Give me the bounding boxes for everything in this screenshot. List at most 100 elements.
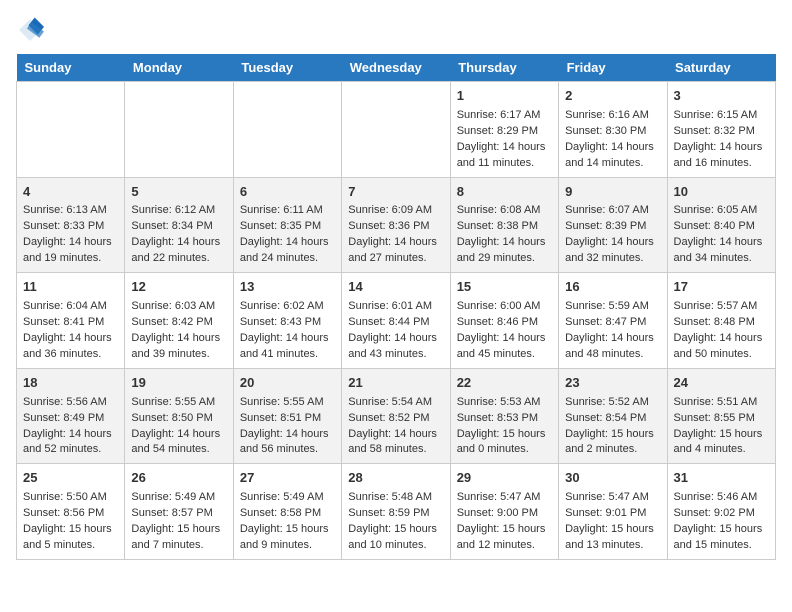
day-info: Daylight: 15 hours — [23, 522, 118, 538]
day-info: Sunrise: 5:47 AM — [457, 490, 552, 506]
day-info: Sunset: 8:35 PM — [240, 219, 335, 235]
week-row-1: 1Sunrise: 6:17 AMSunset: 8:29 PMDaylight… — [17, 82, 776, 178]
day-info: and 39 minutes. — [131, 347, 226, 363]
day-info: Sunrise: 5:51 AM — [674, 395, 769, 411]
day-info: Sunset: 8:48 PM — [674, 315, 769, 331]
calendar-cell: 31Sunrise: 5:46 AMSunset: 9:02 PMDayligh… — [667, 464, 775, 560]
day-info: Daylight: 15 hours — [240, 522, 335, 538]
day-info: and 32 minutes. — [565, 251, 660, 267]
day-number: 2 — [565, 87, 660, 106]
day-info: Daylight: 14 hours — [131, 427, 226, 443]
day-info: Sunrise: 5:52 AM — [565, 395, 660, 411]
header-row: SundayMondayTuesdayWednesdayThursdayFrid… — [17, 54, 776, 82]
day-info: Sunrise: 5:47 AM — [565, 490, 660, 506]
calendar-cell: 14Sunrise: 6:01 AMSunset: 8:44 PMDayligh… — [342, 273, 450, 369]
day-info: and 27 minutes. — [348, 251, 443, 267]
calendar-cell: 7Sunrise: 6:09 AMSunset: 8:36 PMDaylight… — [342, 177, 450, 273]
day-info: Sunset: 8:53 PM — [457, 411, 552, 427]
day-info: Sunrise: 6:04 AM — [23, 299, 118, 315]
day-info: Sunrise: 6:16 AM — [565, 108, 660, 124]
day-info: and 24 minutes. — [240, 251, 335, 267]
day-info: Sunset: 8:49 PM — [23, 411, 118, 427]
day-info: Sunrise: 6:13 AM — [23, 203, 118, 219]
calendar-cell: 24Sunrise: 5:51 AMSunset: 8:55 PMDayligh… — [667, 368, 775, 464]
calendar-cell: 26Sunrise: 5:49 AMSunset: 8:57 PMDayligh… — [125, 464, 233, 560]
day-number: 27 — [240, 469, 335, 488]
day-info: Sunset: 8:55 PM — [674, 411, 769, 427]
day-info: and 5 minutes. — [23, 538, 118, 554]
day-number: 12 — [131, 278, 226, 297]
day-info: and 43 minutes. — [348, 347, 443, 363]
day-number: 16 — [565, 278, 660, 297]
day-info: Sunset: 8:43 PM — [240, 315, 335, 331]
day-number: 28 — [348, 469, 443, 488]
day-info: Daylight: 14 hours — [240, 235, 335, 251]
calendar-cell: 22Sunrise: 5:53 AMSunset: 8:53 PMDayligh… — [450, 368, 558, 464]
day-info: Sunrise: 6:12 AM — [131, 203, 226, 219]
day-info: Sunset: 8:39 PM — [565, 219, 660, 235]
day-number: 29 — [457, 469, 552, 488]
calendar-cell — [342, 82, 450, 178]
day-info: Sunset: 8:34 PM — [131, 219, 226, 235]
calendar-cell: 4Sunrise: 6:13 AMSunset: 8:33 PMDaylight… — [17, 177, 125, 273]
day-info: and 2 minutes. — [565, 442, 660, 458]
day-info: and 22 minutes. — [131, 251, 226, 267]
day-info: and 12 minutes. — [457, 538, 552, 554]
day-info: Sunset: 8:44 PM — [348, 315, 443, 331]
calendar-cell: 3Sunrise: 6:15 AMSunset: 8:32 PMDaylight… — [667, 82, 775, 178]
day-info: and 4 minutes. — [674, 442, 769, 458]
day-info: Daylight: 14 hours — [674, 140, 769, 156]
day-info: Sunrise: 6:08 AM — [457, 203, 552, 219]
day-info: Daylight: 14 hours — [348, 331, 443, 347]
day-number: 19 — [131, 374, 226, 393]
day-header-saturday: Saturday — [667, 54, 775, 82]
day-info: Daylight: 14 hours — [348, 427, 443, 443]
day-number: 22 — [457, 374, 552, 393]
day-info: Daylight: 15 hours — [565, 427, 660, 443]
day-info: Sunrise: 6:02 AM — [240, 299, 335, 315]
day-info: Sunrise: 5:46 AM — [674, 490, 769, 506]
day-info: Daylight: 14 hours — [457, 140, 552, 156]
day-info: Sunrise: 5:48 AM — [348, 490, 443, 506]
calendar-cell: 19Sunrise: 5:55 AMSunset: 8:50 PMDayligh… — [125, 368, 233, 464]
day-number: 5 — [131, 183, 226, 202]
day-number: 6 — [240, 183, 335, 202]
day-info: Daylight: 14 hours — [457, 235, 552, 251]
day-info: Sunrise: 6:07 AM — [565, 203, 660, 219]
calendar-cell — [17, 82, 125, 178]
day-number: 24 — [674, 374, 769, 393]
day-number: 30 — [565, 469, 660, 488]
day-number: 31 — [674, 469, 769, 488]
calendar-cell: 28Sunrise: 5:48 AMSunset: 8:59 PMDayligh… — [342, 464, 450, 560]
day-number: 3 — [674, 87, 769, 106]
calendar-cell: 23Sunrise: 5:52 AMSunset: 8:54 PMDayligh… — [559, 368, 667, 464]
day-info: and 16 minutes. — [674, 156, 769, 172]
day-info: Daylight: 14 hours — [457, 331, 552, 347]
day-info: Sunset: 8:56 PM — [23, 506, 118, 522]
day-number: 26 — [131, 469, 226, 488]
day-info: Daylight: 14 hours — [23, 331, 118, 347]
day-header-monday: Monday — [125, 54, 233, 82]
day-info: and 36 minutes. — [23, 347, 118, 363]
day-info: and 56 minutes. — [240, 442, 335, 458]
day-info: Daylight: 15 hours — [565, 522, 660, 538]
day-number: 23 — [565, 374, 660, 393]
day-info: Daylight: 14 hours — [674, 331, 769, 347]
day-info: and 48 minutes. — [565, 347, 660, 363]
day-info: Sunrise: 5:49 AM — [131, 490, 226, 506]
logo — [16, 16, 48, 44]
day-info: Sunset: 9:02 PM — [674, 506, 769, 522]
calendar-cell: 11Sunrise: 6:04 AMSunset: 8:41 PMDayligh… — [17, 273, 125, 369]
day-info: Sunset: 8:40 PM — [674, 219, 769, 235]
day-info: Sunrise: 5:55 AM — [131, 395, 226, 411]
week-row-4: 18Sunrise: 5:56 AMSunset: 8:49 PMDayligh… — [17, 368, 776, 464]
calendar-cell: 15Sunrise: 6:00 AMSunset: 8:46 PMDayligh… — [450, 273, 558, 369]
day-info: Daylight: 15 hours — [457, 427, 552, 443]
day-info: Daylight: 14 hours — [131, 235, 226, 251]
logo-icon — [16, 16, 44, 44]
calendar-cell: 21Sunrise: 5:54 AMSunset: 8:52 PMDayligh… — [342, 368, 450, 464]
day-info: and 19 minutes. — [23, 251, 118, 267]
day-info: Sunset: 8:29 PM — [457, 124, 552, 140]
calendar-cell: 6Sunrise: 6:11 AMSunset: 8:35 PMDaylight… — [233, 177, 341, 273]
calendar-cell: 29Sunrise: 5:47 AMSunset: 9:00 PMDayligh… — [450, 464, 558, 560]
